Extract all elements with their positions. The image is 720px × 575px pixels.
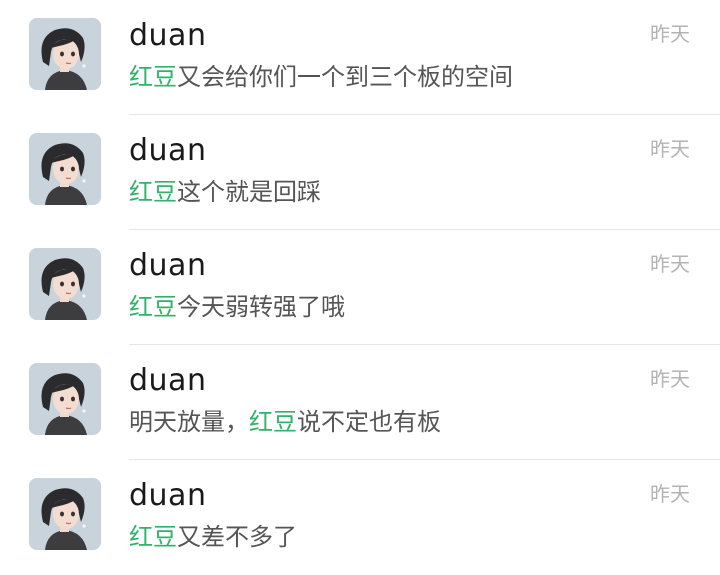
cartoon-girl-avatar-icon[interactable] [29,363,101,435]
chat-result-row[interactable]: duan 昨天 红豆又会给你们一个到三个板的空间 [0,0,720,115]
message-suffix: 又会给你们一个到三个板的空间 [177,63,513,91]
search-keyword-highlight: 红豆 [129,63,177,91]
chat-result-row[interactable]: duan 昨天 明天放量，红豆说不定也有板 [0,345,720,460]
cartoon-girl-avatar-icon[interactable] [29,248,101,320]
message-prefix: 明天放量， [129,408,249,436]
contact-name: duan [129,18,207,53]
message-time: 昨天 [650,367,690,391]
cartoon-girl-avatar-icon[interactable] [29,133,101,205]
contact-name: duan [129,478,207,513]
message-time: 昨天 [650,137,690,161]
chat-search-result-list: duan 昨天 红豆又会给你们一个到三个板的空间 duan 昨天 红豆这个就是回… [0,0,720,571]
search-keyword-highlight: 红豆 [129,178,177,206]
cartoon-girl-avatar-icon[interactable] [29,18,101,90]
search-keyword-highlight: 红豆 [249,408,297,436]
message-time: 昨天 [650,252,690,276]
message-preview: 红豆又差不多了 [129,520,297,554]
message-suffix: 又差不多了 [177,523,297,551]
contact-name: duan [129,248,207,283]
chat-result-row[interactable]: duan 昨天 红豆又差不多了 [0,460,720,575]
chat-result-row[interactable]: duan 昨天 红豆今天弱转强了哦 [0,230,720,345]
search-keyword-highlight: 红豆 [129,523,177,551]
message-time: 昨天 [650,22,690,46]
chat-result-row[interactable]: duan 昨天 红豆这个就是回踩 [0,115,720,230]
message-preview: 红豆这个就是回踩 [129,175,321,209]
search-keyword-highlight: 红豆 [129,293,177,321]
contact-name: duan [129,363,207,398]
message-suffix: 今天弱转强了哦 [177,293,345,321]
message-time: 昨天 [650,482,690,506]
message-suffix: 这个就是回踩 [177,178,321,206]
contact-name: duan [129,133,207,168]
message-preview: 红豆又会给你们一个到三个板的空间 [129,60,513,94]
message-suffix: 说不定也有板 [297,408,441,436]
message-preview: 明天放量，红豆说不定也有板 [129,405,441,439]
message-preview: 红豆今天弱转强了哦 [129,290,345,324]
cartoon-girl-avatar-icon[interactable] [29,478,101,550]
